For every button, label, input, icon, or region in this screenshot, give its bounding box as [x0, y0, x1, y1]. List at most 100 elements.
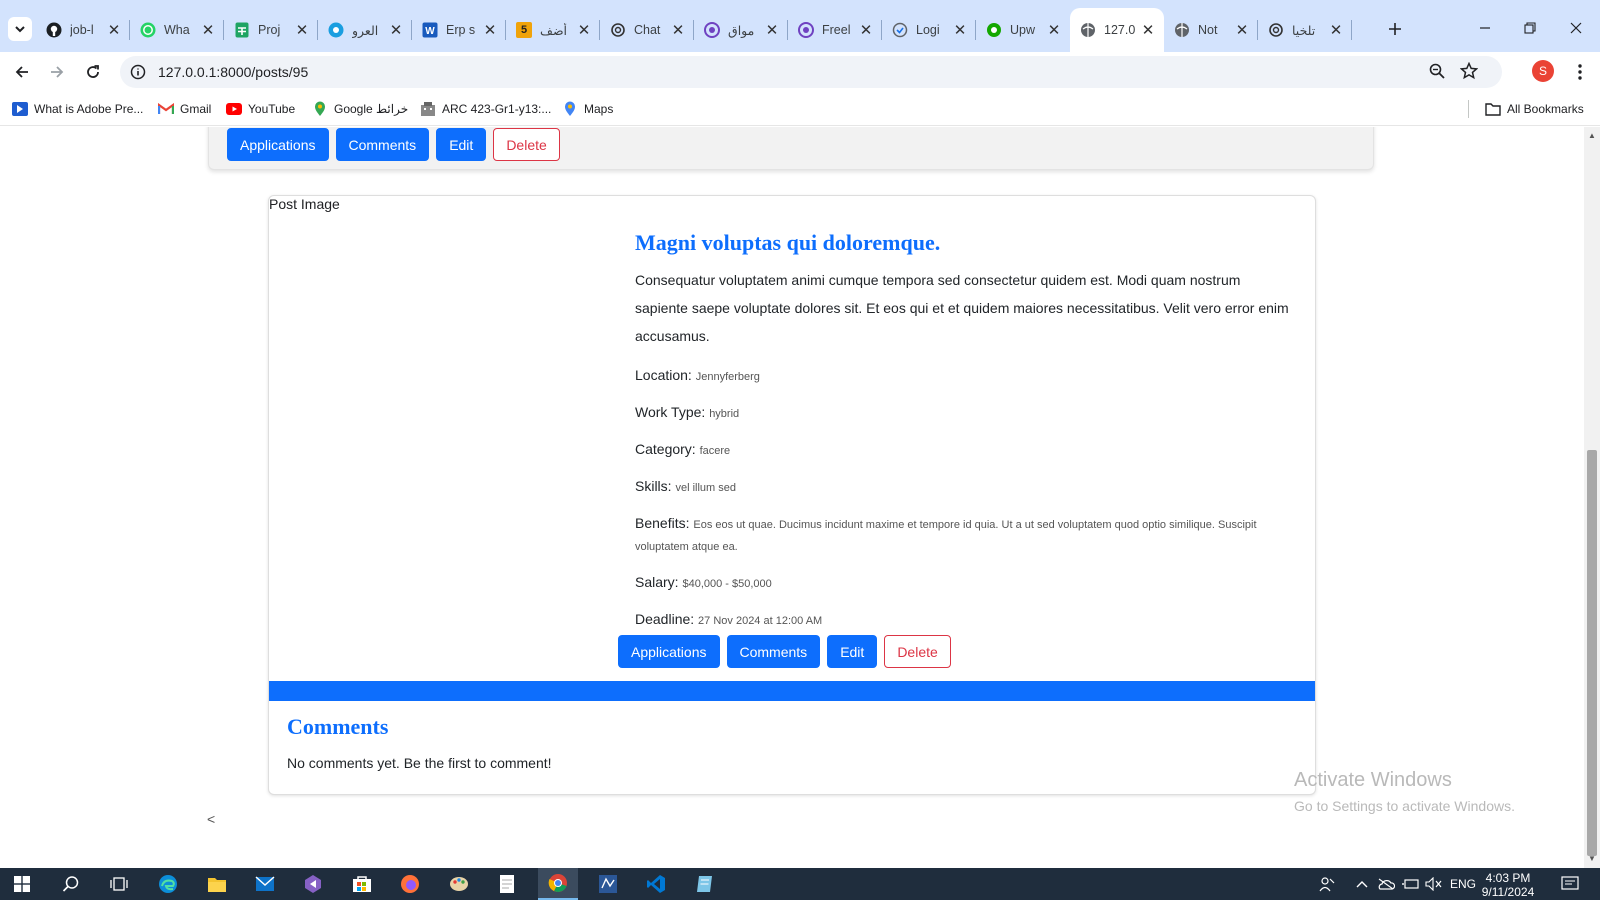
onedrive-icon[interactable] [1377, 876, 1395, 892]
close-window-button[interactable] [1562, 16, 1590, 40]
vscode-icon[interactable] [636, 868, 676, 900]
close-icon[interactable]: ✕ [388, 21, 404, 39]
field-value: vel illum sed [675, 482, 736, 494]
close-icon[interactable]: ✕ [106, 21, 122, 39]
restore-button[interactable] [1516, 16, 1544, 40]
search-icon[interactable] [51, 868, 91, 900]
tab-label: تلخيا [1292, 23, 1316, 38]
chrome-icon[interactable] [538, 868, 578, 900]
close-icon[interactable]: ✕ [670, 21, 686, 39]
clock-time: 4:03 PM [1485, 871, 1531, 885]
close-icon[interactable]: ✕ [1046, 21, 1062, 39]
bookmark-google-maps[interactable]: Google خرائط [312, 100, 408, 118]
tab-chat[interactable]: Chat ✕ [600, 8, 694, 52]
close-icon[interactable]: ✕ [294, 21, 310, 39]
bookmark-star-icon[interactable] [1459, 61, 1479, 83]
comments-button[interactable]: Comments [726, 635, 821, 668]
windows-start-icon[interactable] [2, 868, 42, 900]
battery-icon[interactable] [1402, 876, 1420, 892]
field-label: Salary: [635, 574, 679, 590]
close-icon[interactable]: ✕ [200, 21, 216, 39]
store-icon[interactable] [342, 868, 382, 900]
scrollbar-thumb[interactable] [1587, 450, 1597, 856]
address-bar[interactable]: 127.0.0.1:8000/posts/95 [120, 56, 1502, 88]
tab-sites[interactable]: مواق ✕ [694, 8, 788, 52]
firefox-icon[interactable] [390, 868, 430, 900]
site-info-icon[interactable] [128, 62, 148, 82]
paint-icon[interactable] [439, 868, 479, 900]
close-icon[interactable]: ✕ [952, 21, 968, 39]
tab-label: job-l [70, 23, 94, 37]
close-icon[interactable]: ✕ [482, 21, 498, 39]
close-icon[interactable]: ✕ [1234, 21, 1250, 39]
tab-erp[interactable]: W Erp s ✕ [412, 8, 506, 52]
scroll-up-arrow-icon[interactable]: ▲ [1588, 131, 1596, 140]
url-text[interactable]: 127.0.0.1:8000/posts/95 [158, 64, 308, 80]
tab-login[interactable]: Logi ✕ [882, 8, 976, 52]
tab-freelance[interactable]: Freel ✕ [788, 8, 882, 52]
applications-button[interactable]: Applications [227, 128, 329, 161]
language-indicator[interactable]: ENG [1449, 876, 1477, 892]
delete-button[interactable]: Delete [884, 635, 951, 668]
applications-button[interactable]: Applications [618, 635, 720, 668]
tab-upwork[interactable]: Upw ✕ [976, 8, 1070, 52]
maps-pin-icon [312, 101, 328, 117]
new-tab-button[interactable] [1383, 17, 1407, 41]
tab-localhost[interactable]: 127.0 ✕ [1070, 8, 1164, 52]
page-scrollbar[interactable]: ▲ ▼ [1584, 127, 1600, 868]
bookmark-maps[interactable]: Maps [562, 100, 613, 118]
profile-avatar[interactable]: S [1532, 60, 1554, 82]
people-icon[interactable] [1318, 876, 1336, 892]
bookmark-gmail[interactable]: Gmail [158, 100, 211, 118]
bookmark-arc[interactable]: ARC 423-Gr1-y13:... [420, 100, 551, 118]
file-explorer-icon[interactable] [197, 868, 237, 900]
tab-search-button[interactable] [8, 17, 32, 41]
tab-summary[interactable]: تلخيا ✕ [1258, 8, 1352, 52]
close-icon[interactable]: ✕ [764, 21, 780, 39]
tab-label: Chat [634, 23, 661, 37]
forward-button[interactable] [43, 58, 71, 86]
field-salary: Salary: $40,000 - $50,000 [635, 572, 1295, 594]
tab-arabic-offers[interactable]: العرو ✕ [318, 8, 412, 52]
notepad-icon[interactable] [487, 868, 527, 900]
tab-label: Proj [258, 23, 281, 37]
zoom-icon[interactable] [1428, 62, 1446, 83]
close-icon[interactable]: ✕ [1140, 21, 1156, 39]
tab-job[interactable]: job-l ✕ [36, 8, 130, 52]
scroll-down-arrow-icon[interactable]: ▼ [1588, 854, 1596, 863]
visual-studio-icon[interactable] [293, 868, 333, 900]
notes-icon[interactable] [685, 868, 725, 900]
system-clock[interactable]: 4:03 PM 9/11/2024 [1478, 871, 1538, 899]
pagination-previous[interactable]: < [207, 811, 215, 827]
volume-muted-icon[interactable] [1425, 876, 1443, 892]
comments-button[interactable]: Comments [335, 128, 430, 161]
post-description: Consequatur voluptatem animi cumque temp… [635, 272, 1289, 344]
tab-add[interactable]: 5 أضف ✕ [506, 8, 600, 52]
back-button[interactable] [8, 58, 36, 86]
tab-project[interactable]: Proj ✕ [224, 8, 318, 52]
all-bookmarks-button[interactable]: All Bookmarks [1485, 100, 1584, 118]
sql-server-icon[interactable] [588, 868, 628, 900]
close-icon[interactable]: ✕ [858, 21, 874, 39]
bookmark-adobe[interactable]: What is Adobe Pre... [12, 100, 143, 118]
close-icon[interactable]: ✕ [1328, 21, 1344, 39]
menu-button[interactable] [1566, 58, 1594, 86]
close-icon[interactable]: ✕ [576, 21, 592, 39]
bookmark-youtube[interactable]: YouTube [226, 100, 295, 118]
reload-button[interactable] [79, 58, 107, 86]
chevron-up-icon[interactable] [1354, 876, 1370, 892]
edit-button[interactable]: Edit [827, 635, 878, 668]
mail-icon[interactable] [245, 868, 285, 900]
edit-button[interactable]: Edit [436, 128, 487, 161]
tab-not[interactable]: Not ✕ [1164, 8, 1258, 52]
maps-pin-icon [562, 101, 578, 117]
bookmark-label: All Bookmarks [1507, 102, 1584, 116]
notifications-icon[interactable] [1559, 876, 1581, 892]
delete-button[interactable]: Delete [493, 128, 560, 161]
minimize-button[interactable] [1471, 16, 1499, 40]
edge-icon[interactable] [148, 868, 188, 900]
page-viewport: Applications Comments Edit Delete Post I… [0, 127, 1600, 868]
field-value: Jennyferberg [695, 371, 760, 383]
tab-whatsapp[interactable]: Wha ✕ [130, 8, 224, 52]
task-view-icon[interactable] [99, 868, 139, 900]
